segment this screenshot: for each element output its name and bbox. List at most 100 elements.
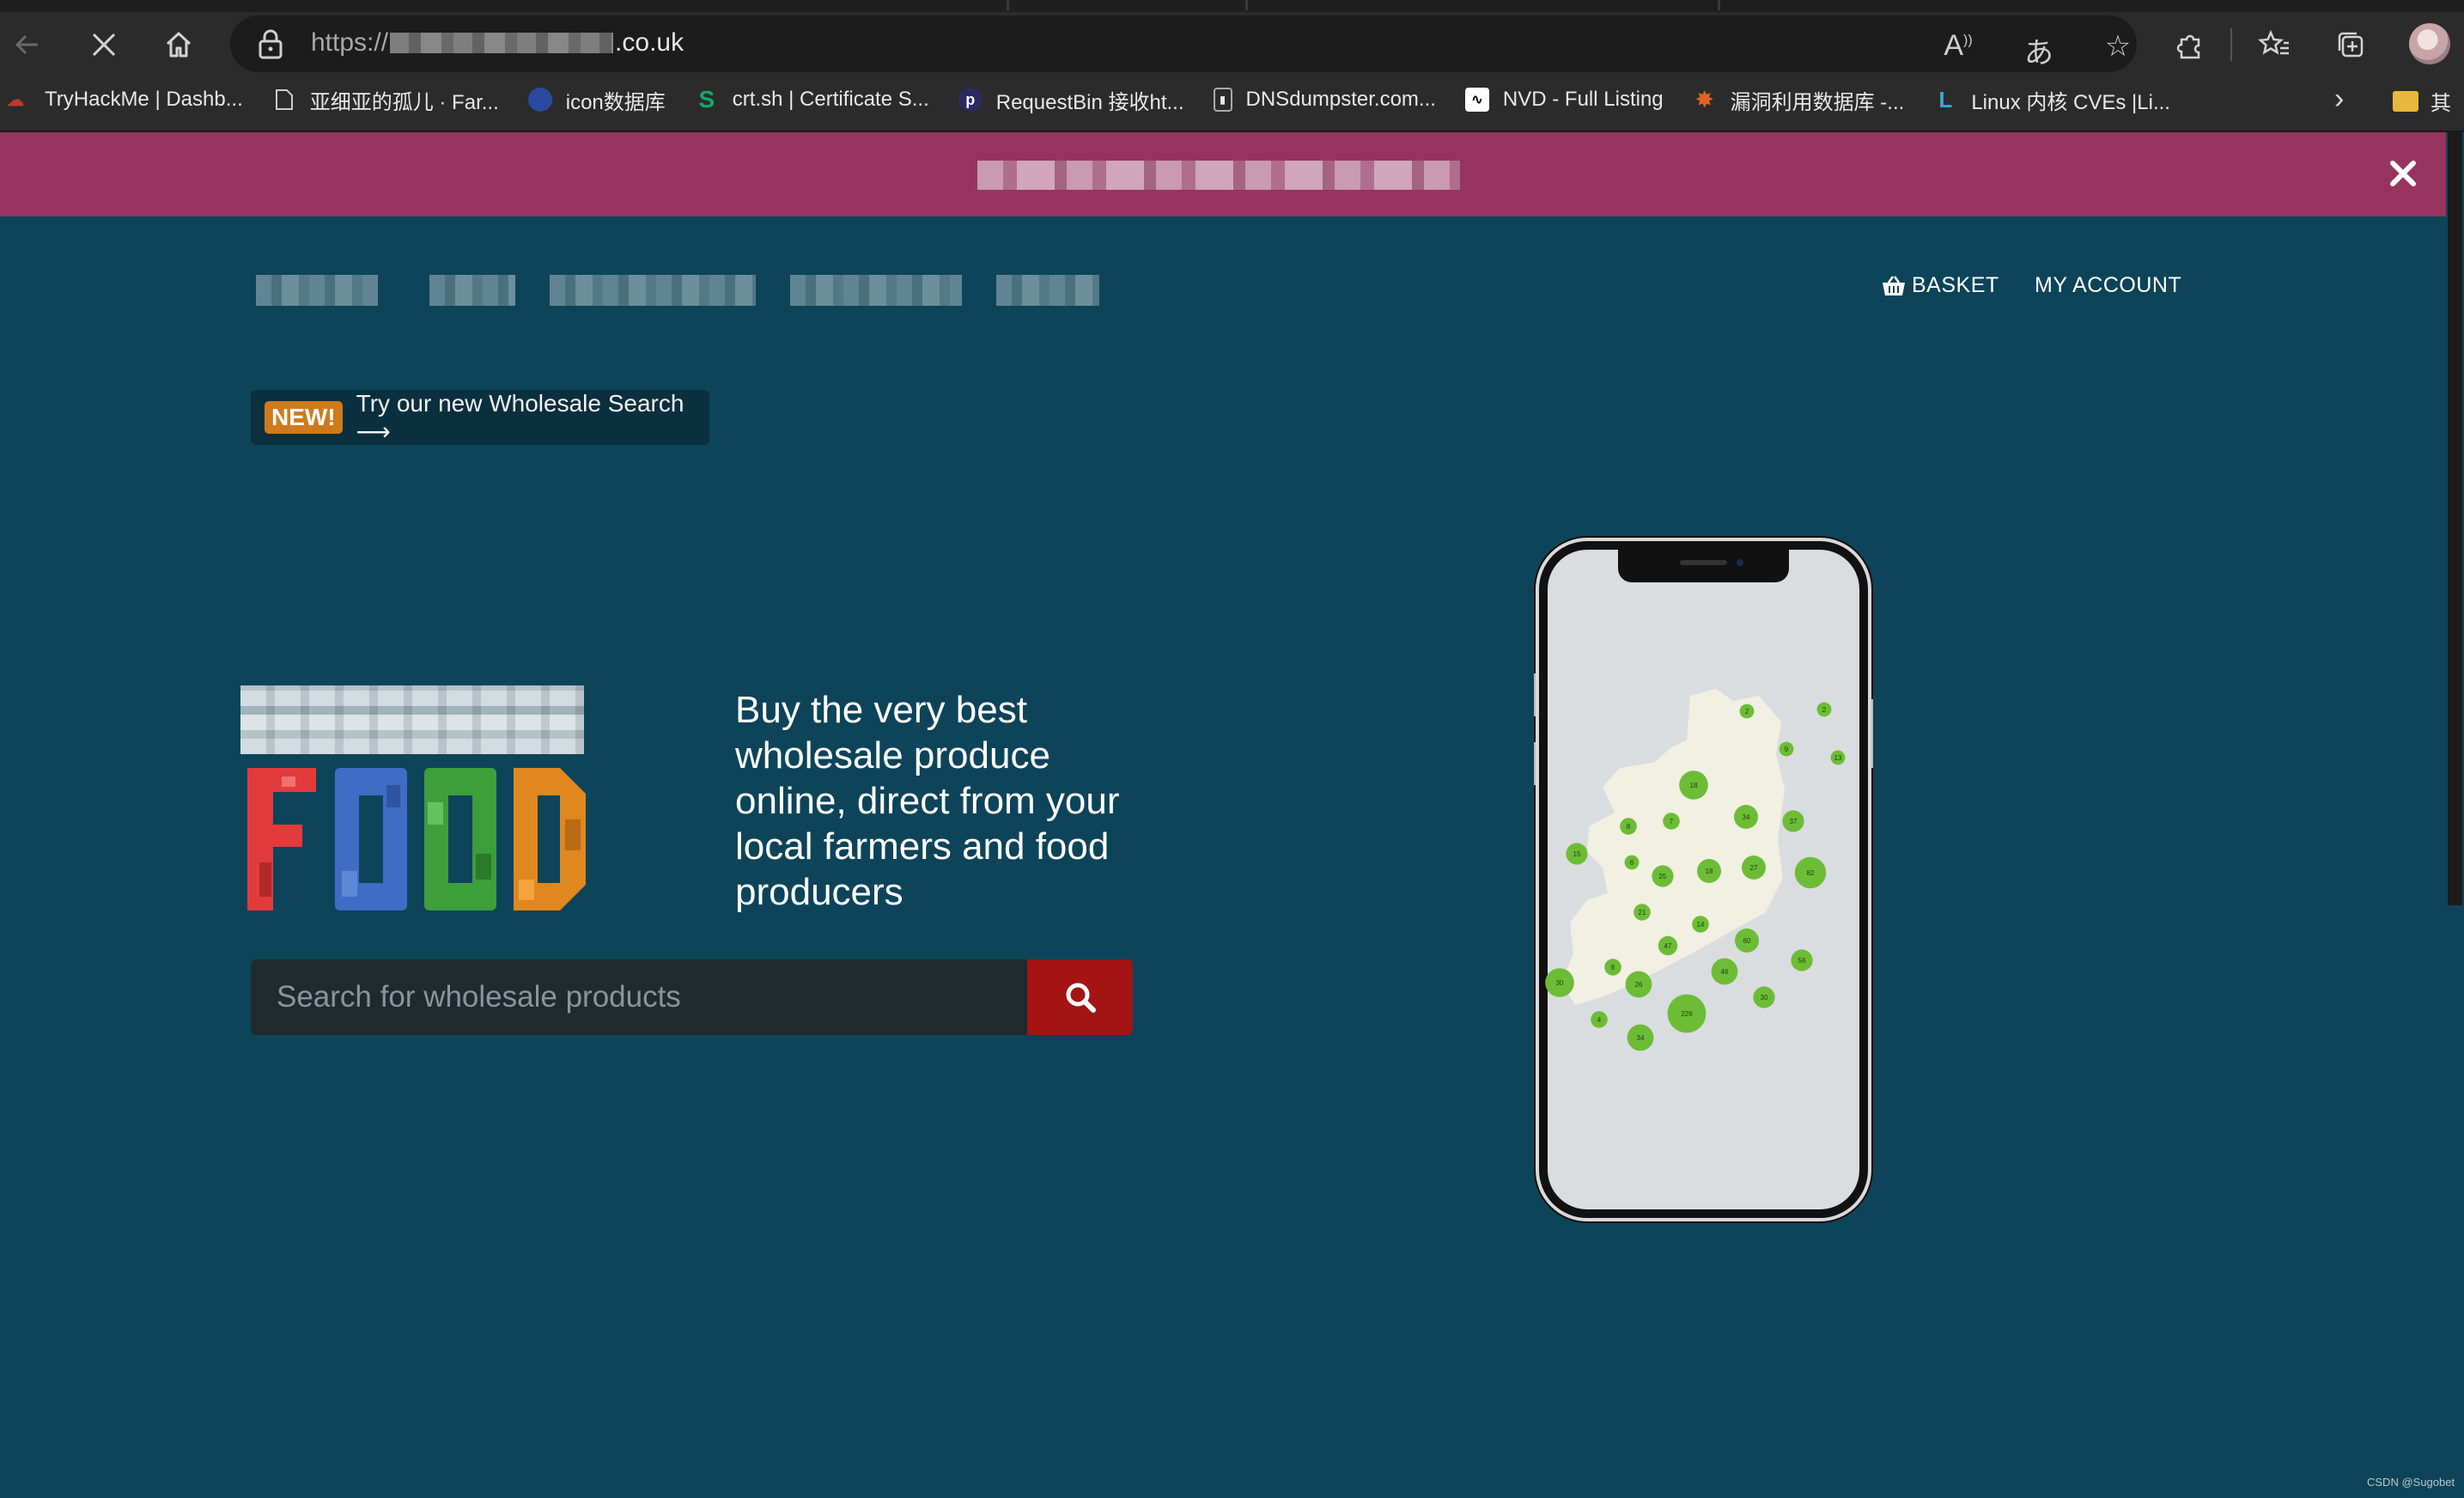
home-icon bbox=[166, 32, 192, 58]
browser-toolbar: https:// .co.uk A)) あ ☆ ☁ TryHackMe | Da… bbox=[0, 0, 2464, 132]
linux-cve-icon: L bbox=[1938, 86, 1953, 113]
bookmark-other-folder[interactable]: 其 bbox=[2393, 86, 2451, 116]
bookmark-label: DNSdumpster.com... bbox=[1245, 88, 1436, 111]
map-cluster-label: 15 bbox=[1573, 850, 1581, 858]
site-nav-link-2[interactable] bbox=[429, 275, 515, 306]
bookmark-label: TryHackMe | Dashb... bbox=[45, 88, 243, 111]
banner-close-button[interactable] bbox=[2379, 149, 2427, 198]
logo-letter-f bbox=[247, 768, 316, 910]
map-cluster-label: 25 bbox=[1659, 873, 1667, 880]
search-button[interactable] bbox=[1027, 959, 1133, 1035]
map-cluster-label: 37 bbox=[1790, 818, 1798, 825]
promo-text: Try our new Wholesale Search ⟶ bbox=[356, 389, 684, 445]
map-cluster-label: 82 bbox=[1807, 869, 1815, 877]
map-cluster-label: 4 bbox=[1597, 1016, 1602, 1024]
bookmark-label: 亚细亚的孤儿 · Far... bbox=[309, 90, 499, 114]
url-scheme: https:// bbox=[311, 28, 389, 57]
lock-icon bbox=[259, 29, 283, 59]
map-cluster-label: 21 bbox=[1639, 909, 1646, 916]
bookmarks-overflow-chevron-icon[interactable]: › bbox=[2334, 82, 2344, 116]
bookmark-label: RequestBin 接收ht... bbox=[995, 90, 1184, 114]
map-cluster-label: 30 bbox=[1556, 979, 1564, 987]
redacted-logo-text bbox=[240, 685, 584, 754]
map-cluster-label: 56 bbox=[1798, 957, 1806, 965]
site-nav-link-3[interactable] bbox=[550, 275, 756, 306]
new-badge: NEW! bbox=[265, 401, 343, 434]
bookmark-label: 漏洞利用数据库 -... bbox=[1730, 90, 1905, 114]
favorites-button[interactable] bbox=[2248, 19, 2300, 70]
map-cluster-label: 27 bbox=[1750, 864, 1758, 872]
profile-avatar[interactable] bbox=[2409, 23, 2450, 64]
bookmark-label: Linux 内核 CVEs |Li... bbox=[1971, 90, 2170, 114]
bookmarks-bar: ☁ TryHackMe | Dashb... 亚细亚的孤儿 · Far... i… bbox=[0, 81, 2464, 119]
site-nav-link-4[interactable] bbox=[790, 275, 962, 306]
read-aloud-icon[interactable]: A)) bbox=[1941, 29, 1975, 63]
map-cluster-label: 226 bbox=[1681, 1010, 1693, 1018]
map-cluster-label: 13 bbox=[1834, 754, 1842, 762]
tab-strip bbox=[0, 0, 2464, 12]
address-bar[interactable]: https:// .co.uk A)) あ ☆ bbox=[230, 15, 2137, 72]
toolbar-divider bbox=[2230, 28, 2232, 61]
bookmark-label: NVD - Full Listing bbox=[1502, 88, 1664, 111]
hero-tagline: Buy the very best wholesale produce onli… bbox=[735, 689, 1120, 913]
collections-icon bbox=[2338, 32, 2364, 58]
basket-link[interactable]: BASKET bbox=[1881, 273, 1999, 298]
map-cluster-label: 2 bbox=[1822, 706, 1827, 714]
bookmark-nvd[interactable]: ∿ NVD - Full Listing bbox=[1464, 88, 1664, 112]
announcement-banner bbox=[0, 132, 2446, 216]
search-input[interactable] bbox=[251, 959, 1027, 1035]
globe-icon bbox=[527, 88, 552, 112]
bookmark-folder-label: 其 bbox=[2431, 92, 2451, 115]
site-logo[interactable] bbox=[240, 685, 605, 910]
map-cluster-label: 46 bbox=[1721, 968, 1729, 976]
logo-letter-o bbox=[335, 768, 407, 910]
map-cluster-label: 9 bbox=[1785, 746, 1789, 753]
stop-loading-button[interactable] bbox=[78, 19, 130, 70]
map-cluster-label: 34 bbox=[1743, 813, 1750, 821]
map-cluster-label: 34 bbox=[1637, 1034, 1645, 1042]
map-cluster-label: 7 bbox=[1670, 818, 1674, 825]
map-cluster-label: 47 bbox=[1664, 942, 1672, 950]
home-button[interactable] bbox=[153, 19, 204, 70]
collections-button[interactable] bbox=[2325, 19, 2376, 70]
bookmark-requestbin[interactable]: p RequestBin 接收ht... bbox=[958, 85, 1184, 115]
bookmark-linux-cves[interactable]: L Linux 内核 CVEs |Li... bbox=[1933, 85, 2170, 115]
map-cluster-label: 60 bbox=[1743, 937, 1751, 945]
product-search-form bbox=[251, 959, 1133, 1035]
bookmark-label: crt.sh | Certificate S... bbox=[732, 88, 929, 111]
map-cluster-label: 8 bbox=[1611, 964, 1615, 971]
back-arrow-icon bbox=[15, 34, 38, 55]
bookmark-icon-db[interactable]: icon数据库 bbox=[527, 85, 666, 115]
search-icon bbox=[1066, 983, 1096, 1013]
extensions-button[interactable] bbox=[2164, 19, 2216, 70]
my-account-label: MY ACCOUNT bbox=[2035, 273, 2182, 297]
map-cluster-label: 26 bbox=[1635, 981, 1643, 989]
url-text: https:// .co.uk bbox=[311, 28, 684, 58]
bookmark-dnsdumpster[interactable]: ▮ DNSdumpster.com... bbox=[1213, 88, 1436, 112]
redacted-banner-text bbox=[977, 161, 1460, 190]
page-scrollbar[interactable] bbox=[2446, 132, 2464, 1498]
bookmark-crtsh[interactable]: S crt.sh | Certificate S... bbox=[695, 86, 929, 113]
requestbin-icon: p bbox=[958, 88, 983, 112]
scrollbar-thumb[interactable] bbox=[2448, 132, 2462, 905]
bookmark-far[interactable]: 亚细亚的孤儿 · Far... bbox=[272, 85, 499, 115]
url-tld: .co.uk bbox=[615, 28, 684, 57]
redacted-domain bbox=[390, 33, 614, 53]
favorites-icon bbox=[2258, 29, 2289, 55]
site-nav-link-1[interactable] bbox=[256, 275, 378, 306]
site-nav-link-5[interactable] bbox=[996, 275, 1099, 306]
translate-icon[interactable]: あ bbox=[2022, 29, 2056, 71]
bookmark-label: icon数据库 bbox=[565, 90, 666, 114]
map-cluster-label: 6 bbox=[1630, 859, 1634, 867]
wholesale-search-promo[interactable]: NEW! Try our new Wholesale Search ⟶ bbox=[251, 390, 709, 445]
phone-map-illustration: 2 2 9 13 18 34 37 8 7 15 6 25 18 27 82 21 14 47 60 8 56 30 26 4… bbox=[1534, 536, 1873, 1223]
bookmark-tryhackme[interactable]: ☁ TryHackMe | Dashb... bbox=[0, 88, 243, 112]
map-cluster-label: 30 bbox=[1761, 994, 1768, 1002]
logo-letter-o-2 bbox=[424, 768, 496, 910]
my-account-link[interactable]: MY ACCOUNT bbox=[2035, 273, 2181, 298]
back-button[interactable] bbox=[2, 19, 53, 70]
logo-letter-d bbox=[514, 768, 586, 910]
add-favorite-icon[interactable]: ☆ bbox=[2101, 29, 2135, 64]
bookmark-exploitdb[interactable]: ✸ 漏洞利用数据库 -... bbox=[1693, 85, 1905, 115]
document-icon bbox=[272, 88, 296, 112]
